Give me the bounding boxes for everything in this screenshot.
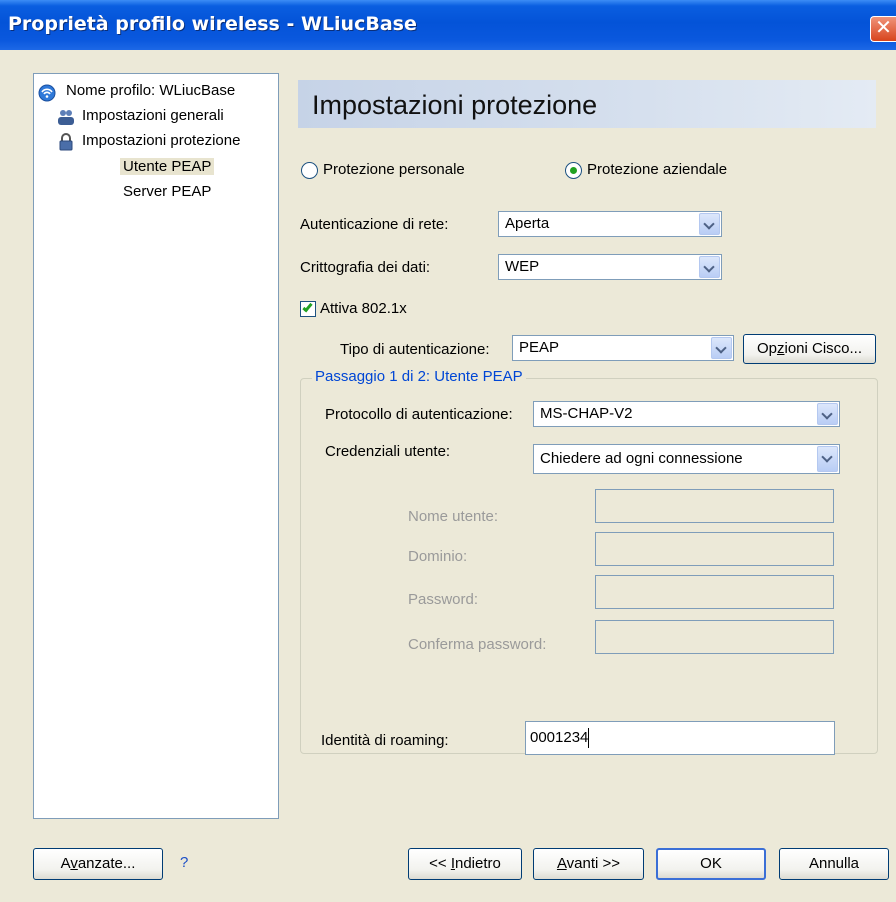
auth-type-label: Tipo di autenticazione: <box>340 341 490 358</box>
radio-selected-dot <box>570 167 577 174</box>
domain-label: Dominio: <box>408 548 468 565</box>
tree-item-root[interactable]: Nome profilo: WLiucBase <box>66 82 235 99</box>
back-btn-text: << <box>429 855 451 872</box>
chevron-down-icon[interactable] <box>699 213 720 235</box>
tree-item-security[interactable]: Impostazioni protezione <box>82 132 240 149</box>
advanced-btn-accel: v <box>70 855 78 872</box>
text-cursor <box>588 728 590 749</box>
roaming-identity-value: 0001234 <box>530 729 589 746</box>
back-btn-text-rest: ndietro <box>454 855 501 872</box>
confirm-password-field[interactable] <box>595 620 834 654</box>
cisco-options-button[interactable]: Opzioni Cisco... <box>743 334 876 364</box>
auth-type-value: PEAP <box>519 339 560 356</box>
credentials-select[interactable]: Chiedere ad ogni connessione <box>533 444 840 474</box>
username-field[interactable] <box>595 489 834 523</box>
radio-enterprise-label[interactable]: Protezione aziendale <box>587 161 727 178</box>
confirm-password-label: Conferma password: <box>408 636 547 653</box>
advanced-btn-text-rest: anzate... <box>77 855 136 872</box>
enable-8021x-checkbox[interactable] <box>300 301 316 317</box>
next-btn-text-rest: vanti >> <box>566 855 621 872</box>
advanced-button[interactable]: Avanzate... <box>33 848 163 880</box>
window-titlebar: Proprietà profilo wireless - WLiucBase <box>0 0 896 50</box>
next-button[interactable]: Avanti >> <box>533 848 644 880</box>
credentials-label: Credenziali utente: <box>325 443 451 460</box>
encryption-select[interactable]: WEP <box>498 254 722 280</box>
radio-personal-label[interactable]: Protezione personale <box>323 161 465 178</box>
domain-field[interactable] <box>595 532 834 566</box>
cancel-button[interactable]: Annulla <box>779 848 889 880</box>
tree-item-general[interactable]: Impostazioni generali <box>82 107 224 124</box>
credentials-value: Chiedere ad ogni connessione <box>540 450 743 467</box>
enable-8021x-label[interactable]: Attiva 802.1x <box>320 300 407 317</box>
chevron-down-icon[interactable] <box>817 446 838 472</box>
network-auth-value: Aperta <box>505 215 550 232</box>
page-title: Impostazioni protezione <box>312 90 598 120</box>
network-auth-select[interactable]: Aperta <box>498 211 722 237</box>
roaming-identity-label: Identità di roaming: <box>321 732 449 749</box>
chevron-down-icon[interactable] <box>817 403 838 425</box>
protocol-value: MS-CHAP-V2 <box>540 405 633 422</box>
chevron-down-icon[interactable] <box>699 256 720 278</box>
cisco-btn-text: Op <box>756 340 777 357</box>
advanced-btn-text: A <box>60 855 71 872</box>
tree-item-peap-server[interactable]: Server PEAP <box>123 183 211 200</box>
password-label: Password: <box>408 591 479 608</box>
protocol-label: Protocollo di autenticazione: <box>325 406 513 423</box>
protocol-select[interactable]: MS-CHAP-V2 <box>533 401 840 427</box>
users-icon <box>58 110 74 125</box>
window-title: Proprietà profilo wireless - WLiucBase <box>8 13 417 35</box>
peap-user-group <box>300 378 878 754</box>
close-icon[interactable]: ✕ <box>870 16 896 42</box>
check-icon <box>302 301 313 313</box>
cisco-btn-text-rest: ioni Cisco... <box>784 340 863 357</box>
tree-item-peap-user[interactable]: Utente PEAP <box>120 158 215 175</box>
help-icon[interactable]: ? <box>180 854 188 871</box>
encryption-value: WEP <box>505 258 540 275</box>
lock-icon <box>59 133 73 151</box>
group-legend: Passaggio 1 di 2: Utente PEAP <box>312 368 526 385</box>
encryption-label: Crittografia dei dati: <box>300 259 431 276</box>
wireless-profile-icon <box>38 84 56 102</box>
profile-tree: Nome profilo: WLiucBase Impostazioni gen… <box>33 73 279 819</box>
back-button[interactable]: << Indietro <box>408 848 522 880</box>
radio-enterprise[interactable] <box>565 162 582 179</box>
auth-type-select[interactable]: PEAP <box>512 335 734 361</box>
username-label: Nome utente: <box>408 508 499 525</box>
chevron-down-icon[interactable] <box>711 337 732 359</box>
password-field[interactable] <box>595 575 834 609</box>
next-btn-accel: A <box>556 855 567 872</box>
network-auth-label: Autenticazione di rete: <box>300 216 449 233</box>
roaming-identity-field[interactable]: 0001234 <box>525 721 835 755</box>
section-header: Impostazioni protezione <box>298 80 876 128</box>
radio-personal[interactable] <box>301 162 318 179</box>
ok-button[interactable]: OK <box>656 848 766 880</box>
